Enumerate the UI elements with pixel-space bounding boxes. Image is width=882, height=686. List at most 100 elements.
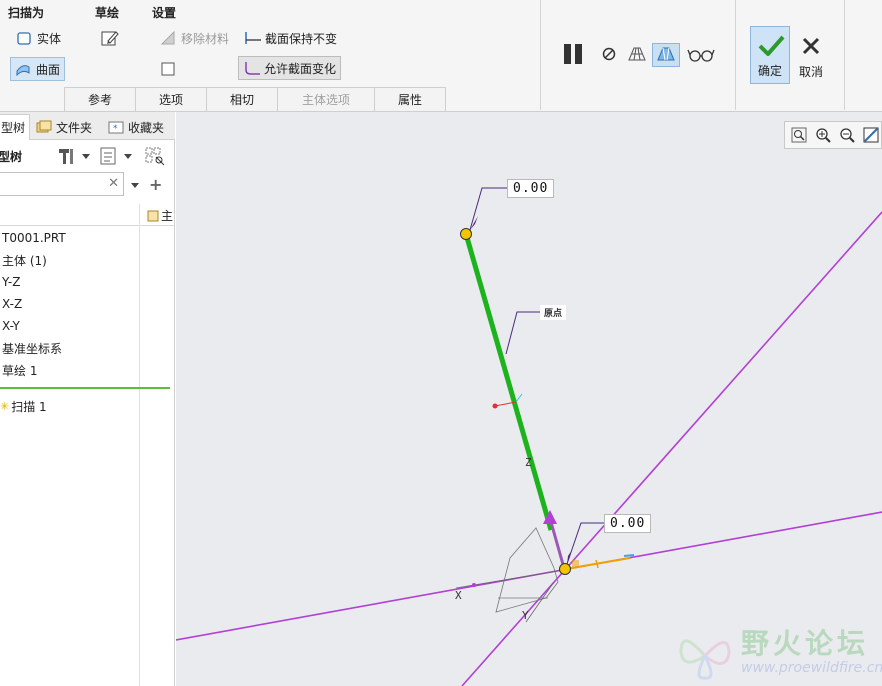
filter-button[interactable] bbox=[144, 146, 168, 169]
cancel-button[interactable]: 取消 bbox=[792, 26, 830, 84]
pause-button[interactable] bbox=[560, 42, 586, 68]
empty-square-icon bbox=[160, 61, 176, 77]
tree-item-sketch[interactable]: 草绘 1 bbox=[2, 360, 37, 380]
sketch-pencil-icon bbox=[100, 29, 120, 47]
tab-model-tree-label: 型树 bbox=[1, 121, 26, 135]
body-column-icon bbox=[147, 210, 159, 221]
solid-button[interactable]: 实体 bbox=[12, 26, 65, 50]
shaded-preview-icon bbox=[655, 45, 677, 66]
cancel-label: 取消 bbox=[798, 65, 823, 79]
origin-label: 原点 bbox=[540, 305, 567, 320]
solid-label: 实体 bbox=[37, 31, 62, 46]
tree-item-sweep[interactable]: ✳ 扫描 1 bbox=[0, 396, 47, 416]
svg-text:*: * bbox=[113, 124, 118, 134]
tree-search-input[interactable] bbox=[0, 173, 99, 195]
variable-section-icon bbox=[243, 60, 260, 76]
graphics-area[interactable]: 0.00 0.00 原点 Z X Y 野火论坛 www.proewildfire… bbox=[176, 112, 882, 686]
ribbon-separator bbox=[844, 0, 845, 110]
wireframe-preview-icon bbox=[626, 44, 648, 67]
remove-material-button[interactable]: 移除材料 bbox=[156, 26, 233, 50]
ribbon-separator bbox=[735, 0, 736, 110]
tree-filter-icon bbox=[145, 147, 165, 166]
tree-item-plane-yz[interactable]: Y-Z bbox=[2, 272, 20, 292]
tree-item-coordinate-system[interactable]: 基准坐标系 bbox=[2, 338, 62, 358]
model-geometry bbox=[176, 187, 882, 686]
thicken-toggle[interactable] bbox=[156, 57, 180, 81]
close-icon bbox=[801, 36, 821, 59]
clear-search-icon[interactable]: ✕ bbox=[108, 176, 119, 191]
tree-search-box: ✕ bbox=[0, 172, 124, 196]
tree-item-part[interactable]: T0001.PRT bbox=[2, 228, 66, 248]
check-icon bbox=[757, 33, 785, 60]
verify-button[interactable] bbox=[686, 43, 716, 67]
show-menu-button[interactable] bbox=[98, 146, 134, 169]
search-dropdown-icon[interactable] bbox=[130, 179, 140, 193]
no-preview-button[interactable] bbox=[598, 44, 620, 66]
pause-icon bbox=[561, 43, 585, 68]
surface-label: 曲面 bbox=[36, 62, 61, 77]
constant-section-label: 截面保持不变 bbox=[265, 31, 338, 46]
constant-section-button[interactable]: 截面保持不变 bbox=[240, 26, 341, 50]
panel-tabs: 型树 文件夹 * 收藏夹 bbox=[0, 112, 175, 140]
forum-watermark: 野火论坛 www.proewildfire.cn bbox=[671, 620, 882, 686]
group-title-sweep-as: 扫描为 bbox=[8, 6, 45, 20]
axis-label-x: X bbox=[455, 589, 462, 602]
insert-here-line[interactable] bbox=[0, 387, 170, 389]
tree-item-plane-xy[interactable]: X-Y bbox=[2, 316, 20, 336]
list-icon bbox=[100, 147, 132, 165]
surface-icon bbox=[15, 61, 31, 77]
group-title-settings: 设置 bbox=[152, 6, 177, 20]
tree-toolbar: 型树 bbox=[0, 142, 175, 170]
tab-folder-browser[interactable]: 文件夹 bbox=[32, 114, 96, 140]
axis-label-y: Y bbox=[522, 609, 529, 622]
tab-body-options[interactable]: 主体选项 bbox=[277, 87, 375, 111]
group-title-sketch: 草绘 bbox=[95, 6, 120, 20]
geometry-preview-button[interactable] bbox=[624, 43, 650, 67]
butterfly-logo-icon bbox=[675, 626, 735, 685]
trajectory-line bbox=[463, 233, 554, 531]
section-frame bbox=[495, 527, 559, 613]
variable-section-label: 允许截面变化 bbox=[264, 61, 337, 76]
glasses-icon bbox=[687, 45, 715, 66]
tab-tangency[interactable]: 相切 bbox=[206, 87, 278, 111]
column-separator bbox=[139, 204, 140, 686]
ribbon: 扫描为 草绘 设置 实体 曲面 移除材料 截面保持不变 允许截面变化 参考 选项… bbox=[0, 0, 882, 112]
tab-favorites-label: 收藏夹 bbox=[128, 120, 165, 135]
variable-section-button[interactable]: 允许截面变化 bbox=[238, 56, 342, 80]
tab-options[interactable]: 选项 bbox=[135, 87, 207, 111]
add-icon[interactable]: + bbox=[149, 175, 162, 194]
surface-button[interactable]: 曲面 bbox=[10, 57, 66, 81]
tab-favorites[interactable]: * 收藏夹 bbox=[104, 114, 168, 140]
solid-icon bbox=[16, 30, 32, 46]
remove-material-icon bbox=[160, 30, 176, 46]
column-header[interactable]: 主 bbox=[146, 207, 173, 224]
remove-material-label: 移除材料 bbox=[181, 31, 230, 46]
model-tree-panel: 型树 文件夹 * 收藏夹 型树 ✕ + 主 T0001.PRT 主体 (1) Y… bbox=[0, 112, 175, 686]
no-preview-icon bbox=[601, 46, 617, 65]
ribbon-tabs: 参考 选项 相切 主体选项 属性 bbox=[64, 87, 446, 111]
tab-model-tree[interactable]: 型树 bbox=[0, 114, 31, 140]
new-feature-star-icon: ✳ bbox=[0, 399, 10, 413]
tab-folder-browser-label: 文件夹 bbox=[56, 120, 93, 135]
tools-icon bbox=[59, 149, 90, 164]
tab-references[interactable]: 参考 bbox=[64, 87, 136, 111]
tree-item-body[interactable]: 主体 (1) bbox=[2, 250, 47, 270]
tree-item-plane-xz[interactable]: X-Z bbox=[2, 294, 22, 314]
watermark-title: 野火论坛 bbox=[741, 627, 870, 660]
feature-preview-button[interactable] bbox=[652, 43, 680, 67]
tree-header: 主 bbox=[0, 204, 175, 226]
ribbon-separator bbox=[540, 0, 541, 110]
favorites-icon: * bbox=[108, 120, 124, 134]
ok-button[interactable]: 确定 bbox=[750, 26, 790, 84]
axis-label-z: Z bbox=[525, 456, 532, 469]
tab-properties[interactable]: 属性 bbox=[374, 87, 446, 111]
tree-settings-button[interactable] bbox=[56, 146, 92, 169]
tree-title: 型树 bbox=[0, 150, 23, 164]
folder-icon bbox=[36, 120, 52, 134]
dimension-end[interactable]: 0.00 bbox=[507, 179, 555, 198]
dimension-start[interactable]: 0.00 bbox=[604, 514, 652, 533]
sketch-button[interactable] bbox=[96, 26, 124, 50]
end-point-handle bbox=[460, 228, 472, 240]
constant-section-icon bbox=[244, 30, 261, 46]
ok-label: 确定 bbox=[757, 64, 782, 78]
